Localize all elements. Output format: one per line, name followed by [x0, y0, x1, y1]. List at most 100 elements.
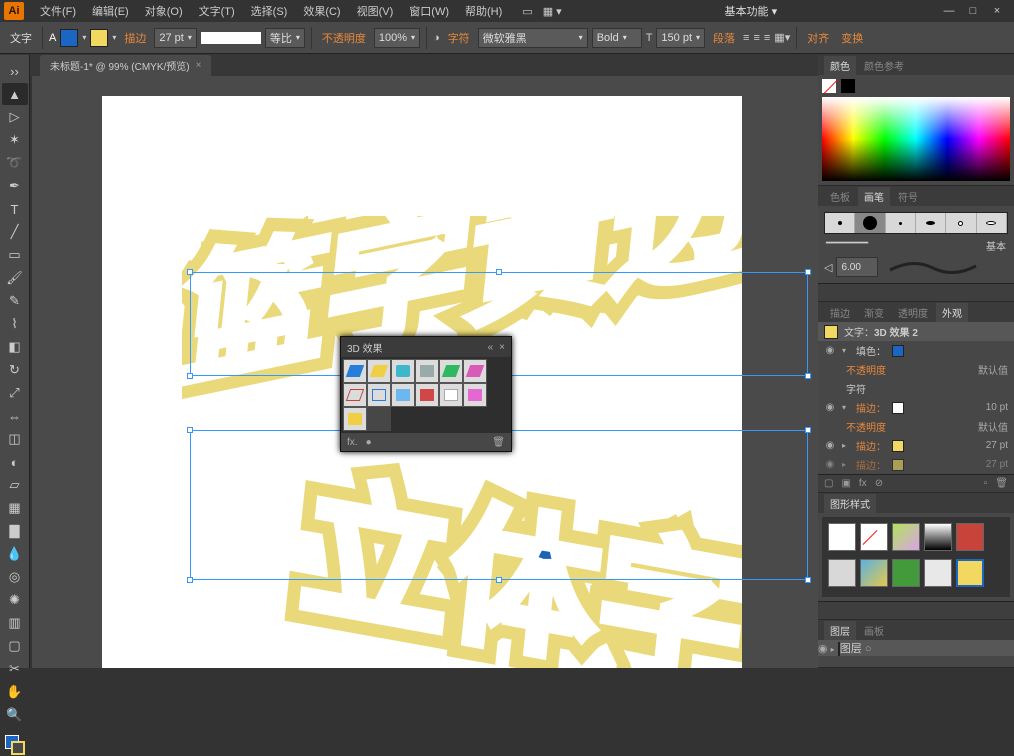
- fx-button[interactable]: fx.: [347, 437, 358, 448]
- fx-flat-magenta[interactable]: [463, 383, 487, 407]
- char-label[interactable]: 字符: [444, 30, 474, 46]
- style-item[interactable]: [956, 523, 984, 551]
- align-left-icon[interactable]: ≡: [743, 32, 749, 44]
- stroke-swatch[interactable]: [90, 29, 108, 47]
- perspective-tool[interactable]: ▱: [2, 474, 28, 496]
- tab-stroke[interactable]: 描边: [824, 303, 856, 322]
- tab-layers[interactable]: 图层: [824, 621, 856, 640]
- tab-symbols[interactable]: 符号: [892, 187, 924, 206]
- align-right-icon[interactable]: ≡: [764, 32, 770, 44]
- new-stroke-icon[interactable]: ▣: [841, 478, 850, 489]
- fill-swatch[interactable]: [60, 29, 78, 47]
- gradient-tool[interactable]: ▇: [2, 520, 28, 542]
- trash-icon[interactable]: 🗑: [995, 478, 1008, 489]
- fill-stroke-control[interactable]: [2, 734, 28, 756]
- window-minimize[interactable]: —: [940, 4, 958, 18]
- duplicate-icon[interactable]: ▫: [984, 478, 988, 489]
- line-tool[interactable]: ╱: [2, 221, 28, 243]
- opacity-value[interactable]: 100%▾: [374, 28, 420, 48]
- menu-help[interactable]: 帮助(H): [457, 0, 510, 22]
- align-panel-icon[interactable]: ▦▾: [774, 31, 790, 44]
- tab-color[interactable]: 颜色: [824, 56, 856, 75]
- menu-object[interactable]: 对象(O): [137, 0, 191, 22]
- opacity-label[interactable]: 不透明度: [318, 30, 370, 46]
- fx-bevel-teal[interactable]: [391, 359, 415, 383]
- font-style[interactable]: Bold▾: [592, 28, 642, 48]
- font-size[interactable]: 150 pt▾: [656, 28, 705, 48]
- visibility-icon[interactable]: ◉: [824, 440, 836, 451]
- mesh-tool[interactable]: ▦: [2, 497, 28, 519]
- appearance-stroke-row-3[interactable]: ◉▸ 描边： 27 pt: [818, 455, 1014, 474]
- document-tab[interactable]: 未标题-1* @ 99% (CMYK/预览) ×: [40, 55, 211, 76]
- rectangle-tool[interactable]: ▭: [2, 244, 28, 266]
- scale-tool[interactable]: ⤢: [2, 382, 28, 404]
- menu-select[interactable]: 选择(S): [243, 0, 296, 22]
- paintbrush-tool[interactable]: 🖌: [2, 267, 28, 289]
- menu-window[interactable]: 窗口(W): [401, 0, 457, 22]
- layout-icon[interactable]: ▭: [522, 5, 532, 18]
- panel-grip[interactable]: ››: [2, 60, 28, 82]
- fx-flat-blue[interactable]: [391, 383, 415, 407]
- appearance-chars-row[interactable]: 字符: [818, 379, 1014, 398]
- tab-transparency[interactable]: 透明度: [892, 303, 934, 322]
- style-item[interactable]: [924, 523, 952, 551]
- align-label[interactable]: 对齐: [803, 30, 833, 46]
- floating-3d-effects-panel[interactable]: 3D 效果 « × fx. ● 🗑: [340, 336, 512, 452]
- panel-close-icon[interactable]: ×: [499, 342, 505, 353]
- direct-selection-tool[interactable]: ▷: [2, 106, 28, 128]
- visibility-icon[interactable]: ◉: [818, 643, 828, 655]
- fx-flat-yellow2[interactable]: [343, 407, 367, 431]
- tab-color-guide[interactable]: 颜色参考: [858, 56, 910, 75]
- layer-row[interactable]: ◉ ▸ 图层 ○: [818, 640, 1014, 656]
- fx-cube-wire[interactable]: [343, 383, 367, 407]
- fx-icon[interactable]: fx: [859, 478, 867, 489]
- stroke-profile[interactable]: 等比▾: [265, 28, 305, 48]
- workspace-switcher[interactable]: 基本功能 ▾: [715, 3, 788, 19]
- fx-cube-green[interactable]: [439, 359, 463, 383]
- visibility-icon[interactable]: ◉: [824, 402, 836, 413]
- selection-tool[interactable]: ▲: [2, 83, 28, 105]
- fx-bevel-gray[interactable]: [415, 359, 439, 383]
- hand-tool[interactable]: ✋: [2, 681, 28, 703]
- menu-type[interactable]: 文字(T): [191, 0, 243, 22]
- window-maximize[interactable]: □: [964, 4, 982, 18]
- black-swatch[interactable]: [841, 79, 855, 93]
- blob-brush-tool[interactable]: ⌇: [2, 313, 28, 335]
- magic-wand-tool[interactable]: ✶: [2, 129, 28, 151]
- fx-cube-pink[interactable]: [463, 359, 487, 383]
- arrange-icon[interactable]: ▦ ▾: [543, 5, 562, 18]
- menu-file[interactable]: 文件(F): [32, 0, 84, 22]
- stroke-weight[interactable]: 27 pt▾: [154, 28, 196, 48]
- artboard-tool[interactable]: ▢: [2, 635, 28, 657]
- menu-view[interactable]: 视图(V): [349, 0, 402, 22]
- appearance-fill-row[interactable]: ◉▾ 填色：: [818, 341, 1014, 360]
- style-item[interactable]: [892, 559, 920, 587]
- width-tool[interactable]: ⇔: [2, 405, 28, 427]
- style-item[interactable]: [956, 559, 984, 587]
- style-item[interactable]: [892, 523, 920, 551]
- menu-effect[interactable]: 效果(C): [295, 0, 348, 22]
- fx-flat-red[interactable]: [415, 383, 439, 407]
- style-item[interactable]: [924, 559, 952, 587]
- brush-strip[interactable]: [824, 212, 1008, 234]
- slice-tool[interactable]: ✂: [2, 658, 28, 680]
- free-transform-tool[interactable]: ◫: [2, 428, 28, 450]
- appearance-stroke-row-2[interactable]: ◉▸ 描边： 27 pt: [818, 436, 1014, 455]
- tab-graphic-styles[interactable]: 图形样式: [824, 494, 876, 513]
- zoom-tool[interactable]: 🔍: [2, 704, 28, 726]
- blend-tool[interactable]: ◎: [2, 566, 28, 588]
- close-tab-icon[interactable]: ×: [196, 60, 202, 71]
- transform-label[interactable]: 变换: [837, 30, 867, 46]
- menu-edit[interactable]: 编辑(E): [84, 0, 137, 22]
- fx-extrude-front[interactable]: [343, 359, 367, 383]
- tab-brushes[interactable]: 画笔: [858, 187, 890, 206]
- tab-appearance[interactable]: 外观: [936, 303, 968, 322]
- brush-size-input[interactable]: [836, 257, 878, 277]
- appearance-opacity-row[interactable]: 不透明度默认值: [818, 360, 1014, 379]
- rotate-tool[interactable]: ↻: [2, 359, 28, 381]
- stroke-preview[interactable]: [201, 32, 261, 44]
- font-family[interactable]: 微软雅黑▾: [478, 28, 588, 48]
- style-item[interactable]: [828, 559, 856, 587]
- graph-tool[interactable]: ▥: [2, 612, 28, 634]
- recolor-icon[interactable]: ◑: [433, 32, 440, 44]
